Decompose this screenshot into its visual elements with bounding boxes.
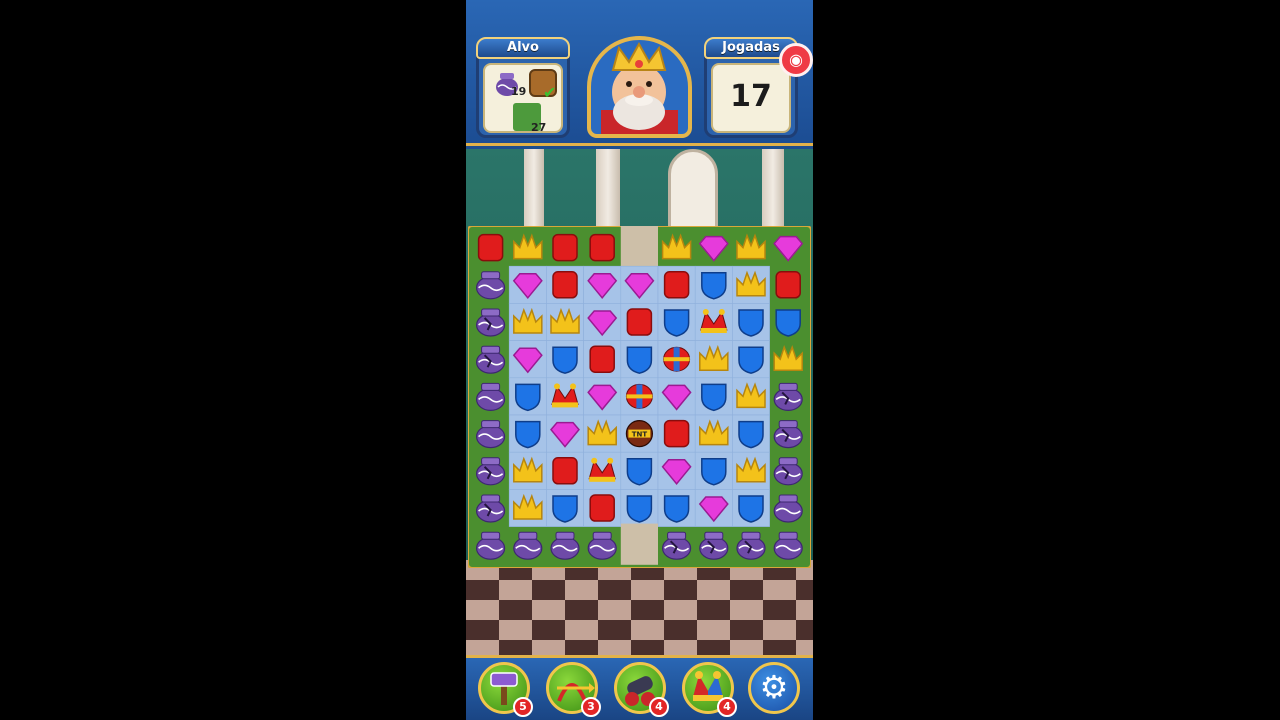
tile-blue-shield[interactable] (515, 420, 541, 449)
tile-blue-shield[interactable] (738, 309, 764, 337)
broadcast-icon: ◉ (789, 50, 803, 69)
tile-red-cube[interactable] (663, 271, 690, 299)
tile-red-cube[interactable] (477, 233, 504, 262)
tile-tnt-bomb[interactable]: TNT (625, 420, 653, 448)
svg-text:TNT: TNT (632, 431, 648, 439)
tile-blue-shield[interactable] (515, 383, 541, 412)
booster-hammer[interactable]: 5 (478, 662, 533, 717)
goal-count-grass: 27 (531, 121, 547, 134)
booster-count: 5 (513, 697, 533, 717)
tile-red-cube[interactable] (589, 233, 615, 262)
booster-count: 4 (717, 697, 737, 717)
game-screen: Alvo 19 ✔ 27 Jogadas 17 ◉ TNT 5 3 4 4 ⚙ (466, 0, 813, 720)
tile-spinner-rocket[interactable] (625, 383, 653, 409)
tile-red-cube[interactable] (589, 494, 615, 522)
tile-blue-shield[interactable] (738, 420, 764, 449)
goal-title: Alvo (476, 37, 570, 59)
check-icon: ✔ (543, 83, 557, 102)
booster-bar: 5 3 4 4 ⚙ (466, 655, 813, 720)
tile-red-cube[interactable] (775, 271, 801, 299)
tile-blue-shield[interactable] (701, 383, 727, 412)
tile-blue-shield[interactable] (738, 495, 764, 523)
tile-blue-shield[interactable] (738, 346, 764, 374)
moves-counter: 17 (730, 79, 772, 114)
tile-blue-shield[interactable] (663, 495, 690, 523)
arched-window (668, 149, 718, 231)
tile-blue-shield[interactable] (626, 495, 653, 523)
tile-blue-shield[interactable] (626, 458, 653, 486)
tile-blue-shield[interactable] (775, 309, 801, 337)
hud-top-bar: Alvo 19 ✔ 27 Jogadas 17 ◉ (466, 0, 813, 146)
record-button[interactable]: ◉ (779, 43, 813, 77)
tile-spinner-rocket[interactable] (663, 346, 691, 372)
booster-arrow[interactable]: 3 (546, 662, 601, 717)
booster-count: 3 (581, 697, 601, 717)
game-board[interactable]: TNT (468, 226, 811, 568)
tile-red-cube[interactable] (552, 233, 578, 262)
booster-count: 4 (649, 697, 669, 717)
tile-blue-shield[interactable] (626, 346, 653, 374)
king-avatar (587, 36, 692, 138)
settings-button[interactable]: ⚙ (748, 662, 800, 714)
booster-cannon[interactable]: 4 (614, 662, 669, 717)
tile-red-cube[interactable] (626, 308, 653, 336)
tile-blue-shield[interactable] (552, 495, 578, 523)
tile-red-cube[interactable] (589, 345, 615, 373)
tile-red-cube[interactable] (663, 419, 690, 448)
tile-blue-shield[interactable] (552, 346, 578, 374)
goal-list: 19 ✔ 27 (483, 63, 563, 134)
goal-count-pot: 19 (511, 85, 527, 98)
tile-red-cube[interactable] (552, 271, 578, 299)
tile-blue-shield[interactable] (701, 458, 727, 486)
goal-panel: Alvo 19 ✔ 27 (476, 37, 570, 138)
tile-blue-shield[interactable] (663, 309, 690, 337)
tile-red-cube[interactable] (552, 457, 578, 485)
booster-jester[interactable]: 4 (682, 662, 737, 717)
moves-box: 17 (711, 63, 791, 133)
gear-icon: ⚙ (759, 668, 789, 706)
checkered-floor (466, 560, 813, 670)
tile-blue-shield[interactable] (701, 272, 727, 300)
